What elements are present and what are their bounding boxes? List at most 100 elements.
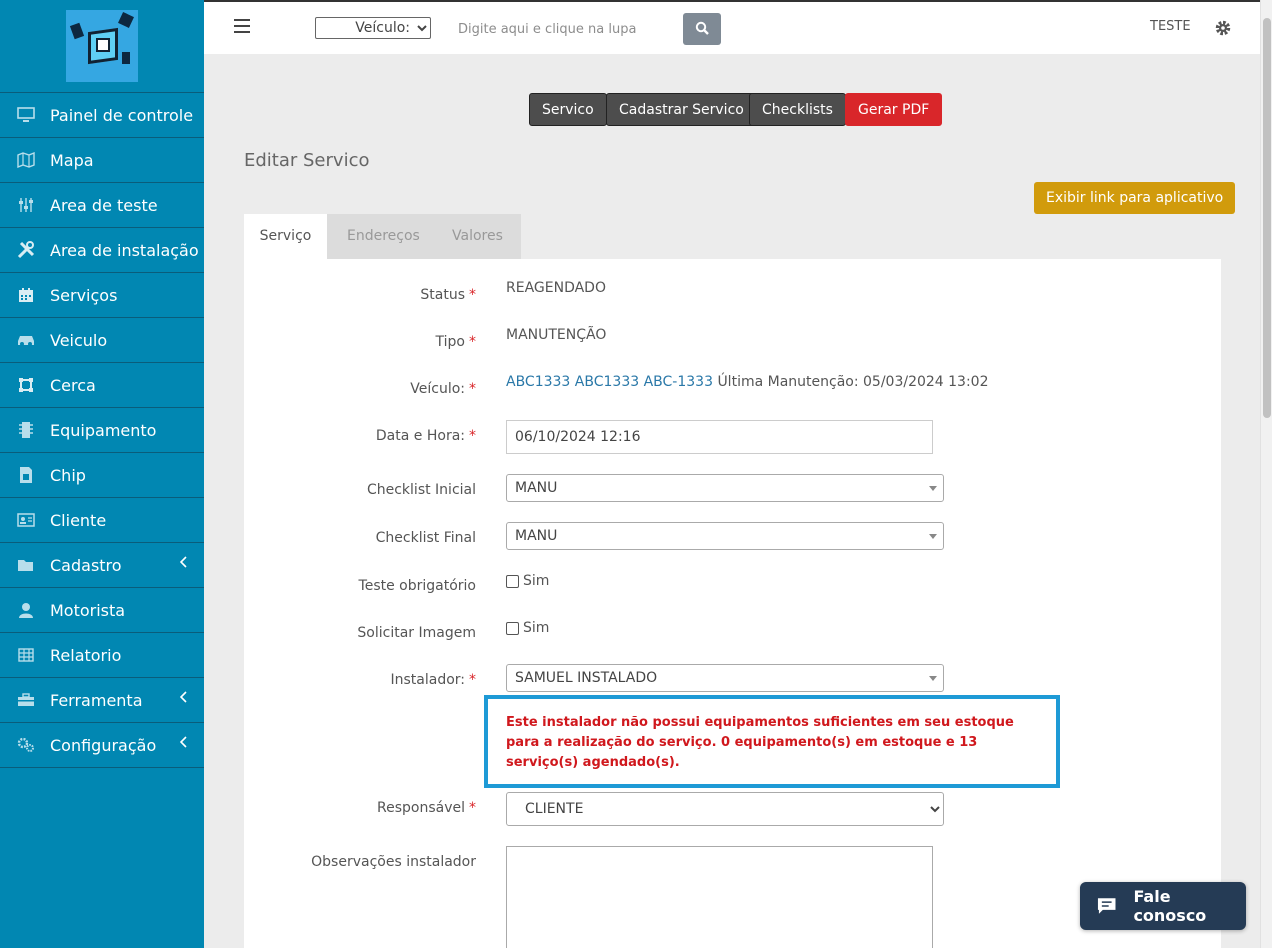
logo-area [0, 0, 204, 92]
sidebar-item-label: Serviços [50, 285, 118, 305]
toolbox-icon [16, 691, 36, 709]
sidebar-item-motorista[interactable]: Motorista [0, 588, 204, 633]
sidebar: Painel de controle Mapa Area de teste Ar… [0, 0, 204, 948]
tipo-label: Tipo * [435, 334, 476, 350]
gears-icon [16, 736, 36, 754]
sim-icon [16, 466, 36, 484]
checkbox-box[interactable] [506, 574, 519, 588]
folder-icon [16, 556, 36, 574]
user-icon [16, 601, 36, 619]
sidebar-item-area-instalacao[interactable]: Area de instalação [0, 228, 204, 273]
logo[interactable] [66, 10, 138, 82]
vehicle-select[interactable]: Veículo: [315, 17, 431, 39]
teste-obrigatorio-checkbox[interactable]: Sim [506, 573, 549, 589]
sidebar-item-veiculo[interactable]: Veiculo [0, 318, 204, 363]
observacoes-textarea[interactable] [506, 846, 933, 948]
page-scrollbar[interactable] [1260, 0, 1272, 948]
chevron-left-icon [179, 556, 188, 572]
teste-obrigatorio-label: Teste obrigatório [358, 578, 476, 594]
tab-enderecos[interactable]: Endereços [347, 214, 420, 259]
sidebar-item-chip[interactable]: Chip [0, 453, 204, 498]
sidebar-item-label: Ferramenta [50, 690, 143, 710]
gerar-pdf-button[interactable]: Gerar PDF [845, 93, 943, 126]
sidebar-item-relatorio[interactable]: Relatorio [0, 633, 204, 678]
form-panel: Status * REAGENDADO Tipo * MANUTENÇÃO Veíc… [244, 259, 1221, 948]
sidebar-item-cadastro[interactable]: Cadastro [0, 543, 204, 588]
exibir-link-button[interactable]: Exibir link para aplicativo [1034, 182, 1236, 214]
main-content: Servico Cadastrar Servico Checklists Ger… [204, 54, 1260, 948]
sidebar-item-painel[interactable]: Painel de controle [0, 93, 204, 138]
fence-icon [16, 376, 36, 394]
sidebar-item-label: Area de instalação [50, 240, 199, 260]
servico-button[interactable]: Servico [529, 93, 607, 126]
search-input[interactable] [458, 14, 678, 44]
sidebar-item-label: Cliente [50, 510, 107, 530]
fale-conosco-button[interactable]: Fale conosco [1080, 882, 1246, 930]
sliders-icon [16, 196, 36, 214]
ultima-manutencao: Última Manutenção: 05/03/2024 13:02 [717, 374, 989, 390]
observacoes-label: Observações instalador [311, 854, 476, 870]
data-hora-input[interactable] [506, 420, 933, 454]
solicitar-imagem-checkbox[interactable]: Sim [506, 620, 549, 636]
sidebar-item-cliente[interactable]: Cliente [0, 498, 204, 543]
checklists-button[interactable]: Checklists [749, 93, 846, 126]
search-icon [695, 21, 709, 35]
chevron-left-icon [179, 736, 188, 752]
cadastrar-servico-button[interactable]: Cadastrar Servico [606, 93, 757, 126]
solicitar-imagem-label: Solicitar Imagem [357, 625, 476, 641]
table-icon [16, 646, 36, 664]
checklist-inicial-label: Checklist Inicial [366, 482, 476, 498]
veiculo-label: Veículo: * [410, 381, 476, 397]
car-icon [16, 331, 36, 349]
gear-icon[interactable] [1214, 19, 1232, 41]
tipo-value: MANUTENÇÃO [506, 327, 607, 343]
sidebar-item-configuracao[interactable]: Configuração [0, 723, 204, 768]
sidebar-item-label: Equipamento [50, 420, 157, 440]
dropdown-arrow-icon [929, 676, 937, 681]
sidebar-menu: Painel de controle Mapa Area de teste Ar… [0, 92, 204, 768]
sidebar-item-servicos[interactable]: Serviços [0, 273, 204, 318]
responsavel-label: Responsável * [377, 800, 476, 816]
sidebar-item-label: Veiculo [50, 330, 108, 350]
tab-bar: Serviço Endereços Valores [244, 214, 521, 259]
chat-icon [1097, 898, 1116, 914]
checklist-final-select[interactable]: MANU [506, 522, 944, 550]
map-icon [16, 151, 36, 169]
sidebar-item-area-teste[interactable]: Area de teste [0, 183, 204, 228]
sidebar-item-label: Painel de controle [50, 105, 194, 125]
search-button[interactable] [683, 13, 721, 45]
checklist-inicial-select[interactable]: MANU [506, 474, 944, 502]
tools-icon [16, 241, 36, 259]
veiculo-link[interactable]: ABC1333 ABC1333 ABC-1333 [506, 374, 713, 390]
id-card-icon [16, 511, 36, 529]
sidebar-item-label: Chip [50, 465, 86, 485]
tab-valores[interactable]: Valores [452, 214, 503, 259]
veiculo-value: ABC1333 ABC1333 ABC-1333 Última Manutenç… [506, 374, 989, 390]
hamburger-menu-icon[interactable] [234, 19, 250, 33]
instalador-label: Instalador: * [390, 672, 476, 688]
dropdown-arrow-icon [929, 534, 937, 539]
sidebar-item-label: Cerca [50, 375, 96, 395]
scrollbar-thumb[interactable] [1263, 18, 1271, 418]
checkbox-box[interactable] [506, 621, 519, 635]
chip-icon [16, 421, 36, 439]
topbar: Veículo: TESTE [204, 0, 1260, 54]
instalador-select[interactable]: SAMUEL INSTALADO [506, 664, 944, 692]
dropdown-arrow-icon [929, 486, 937, 491]
sidebar-item-label: Area de teste [50, 195, 158, 215]
sidebar-item-label: Relatorio [50, 645, 122, 665]
instalador-warning: Este instalador não possui equipamentos … [484, 695, 1060, 788]
calendar-icon [16, 286, 36, 304]
sidebar-item-mapa[interactable]: Mapa [0, 138, 204, 183]
checklist-final-label: Checklist Final [375, 530, 476, 546]
user-name[interactable]: TESTE [1150, 19, 1191, 34]
sidebar-item-label: Motorista [50, 600, 126, 620]
sidebar-item-cerca[interactable]: Cerca [0, 363, 204, 408]
sidebar-item-equipamento[interactable]: Equipamento [0, 408, 204, 453]
sidebar-item-ferramenta[interactable]: Ferramenta [0, 678, 204, 723]
sidebar-item-label: Configuração [50, 735, 157, 755]
responsavel-select[interactable]: CLIENTE [506, 792, 944, 826]
tab-servico[interactable]: Serviço [244, 214, 327, 259]
page-title: Editar Servico [244, 150, 370, 171]
sidebar-item-label: Cadastro [50, 555, 122, 575]
